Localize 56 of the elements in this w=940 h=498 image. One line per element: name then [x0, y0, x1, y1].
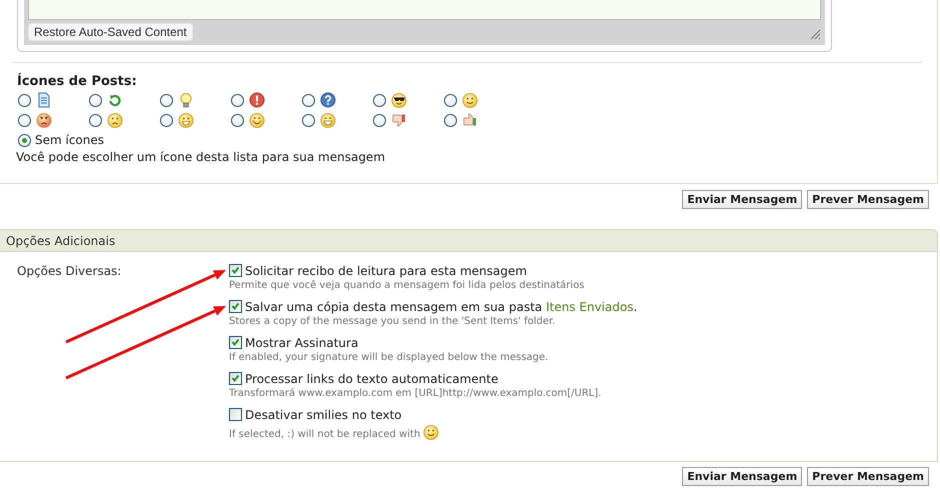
radio-label: Sem ícones	[35, 133, 104, 147]
checkbox[interactable]	[229, 264, 242, 277]
checkbox[interactable]	[229, 372, 242, 385]
radio-button[interactable]	[89, 114, 102, 126]
radio-button[interactable]	[89, 94, 102, 106]
exclamation-icon	[249, 92, 265, 108]
form-button[interactable]: Prever Mensagem	[807, 190, 929, 209]
lightbulb-icon	[178, 92, 194, 108]
angry-face-icon	[36, 112, 52, 128]
circular-arrow-icon	[107, 92, 123, 108]
option-description: Transformará www.examplo.com em [URL]http://www.examplo.com[/URL].	[229, 388, 602, 399]
smiley-icon	[462, 92, 478, 108]
radio-button[interactable]	[18, 94, 31, 106]
document-icon	[36, 92, 52, 108]
question-icon	[320, 92, 336, 108]
option-label: Desativar smilies no texto	[245, 408, 402, 422]
radio-button[interactable]	[231, 94, 244, 106]
form-button[interactable]: Enviar Mensagem	[682, 467, 802, 486]
option-label: Solicitar recibo de leitura para esta mensagem	[245, 264, 527, 278]
radio-button[interactable]	[160, 94, 173, 106]
resize-grip-icon[interactable]	[809, 28, 821, 40]
radio-button[interactable]	[444, 114, 457, 126]
hint-text: Você pode escolher um ícone desta lista para sua mensagem	[16, 150, 386, 164]
checkbox[interactable]	[229, 408, 242, 421]
radio-button[interactable]	[18, 134, 31, 146]
restore-button[interactable]: Restore Auto-Saved Content	[28, 23, 193, 41]
laughing-face-icon	[320, 112, 336, 128]
option-description: Permite que você veja quando a mensagem foi lida pelos destinatários	[229, 280, 584, 291]
radio-button[interactable]	[302, 94, 315, 106]
radio-button[interactable]	[373, 94, 386, 106]
radio-button[interactable]	[444, 94, 457, 106]
thumbs-up-icon	[462, 112, 478, 128]
group-label: Opções Diversas:	[17, 264, 122, 278]
grinning-face-icon	[178, 112, 194, 128]
option-label: Processar links do texto automaticamente	[245, 372, 498, 386]
sad-face-icon	[107, 112, 123, 128]
blushing-face-icon	[249, 112, 265, 128]
radio-button[interactable]	[231, 114, 244, 126]
option-description: If enabled, your signature will be displayed below the message.	[229, 352, 548, 363]
radio-button[interactable]	[302, 114, 315, 126]
folder-link[interactable]: Itens Enviados	[546, 300, 634, 314]
radio-button[interactable]	[18, 114, 31, 126]
option-description: Stores a copy of the message you send in the 'Sent Items' folder.	[229, 316, 556, 327]
radio-button[interactable]	[160, 114, 173, 126]
section-heading: Ícones de Posts:	[17, 74, 137, 89]
radio-button[interactable]	[373, 114, 386, 126]
option-label: Mostrar Assinatura	[245, 336, 358, 350]
form-button[interactable]: Prever Mensagem	[807, 467, 929, 486]
form-button[interactable]: Enviar Mensagem	[682, 190, 802, 209]
section-header: Opções Adicionais	[0, 229, 938, 252]
sunglasses-smiley-icon	[391, 92, 407, 108]
option-label: Salvar uma cópia desta mensagem em sua pasta Itens Enviados.	[245, 300, 638, 314]
option-description: If selected, :) will not be replaced with	[229, 429, 420, 440]
thumbs-down-icon	[391, 112, 407, 128]
checkbox[interactable]	[229, 336, 242, 349]
checkbox[interactable]	[229, 300, 242, 313]
